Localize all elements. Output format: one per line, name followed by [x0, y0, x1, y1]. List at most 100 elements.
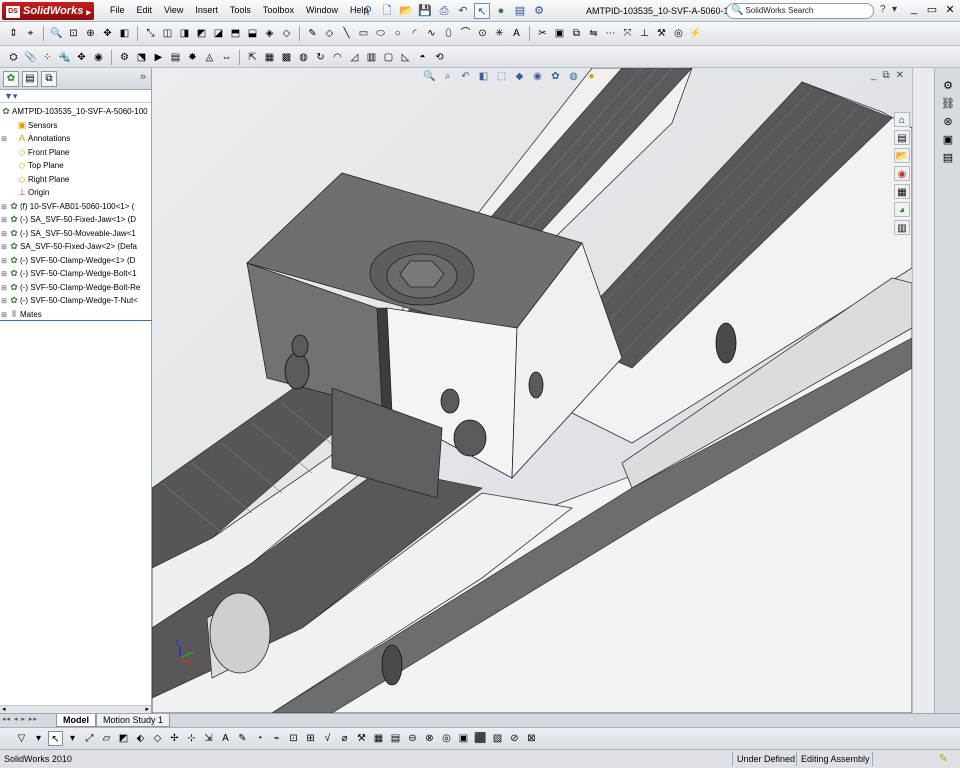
- smart-fastener-toolbar-icon[interactable]: ▣: [940, 132, 956, 148]
- assembly-features-icon[interactable]: ⚙: [117, 50, 132, 65]
- move-entities-icon[interactable]: ⤧: [620, 26, 635, 41]
- line-icon[interactable]: ╲: [339, 26, 354, 41]
- filter-surface-bodies-icon[interactable]: ▧: [490, 731, 505, 746]
- view-palette-icon[interactable]: ▦: [894, 184, 910, 199]
- tree-node-component[interactable]: ⊞ ✿ (f) 10-SVF-AB01-5060-100<1> (: [0, 200, 151, 214]
- smart-dimension-icon[interactable]: ⇕: [6, 26, 21, 41]
- tree-root[interactable]: ✿ AMTPID-103535_10-SVF-A-5060-100: [0, 105, 151, 119]
- exploded-view-icon[interactable]: ✸: [185, 50, 200, 65]
- appearances-icon[interactable]: ◕: [894, 202, 910, 217]
- filter-midsurface-icon[interactable]: ▣: [456, 731, 471, 746]
- filter-cosmetic-thread-icon[interactable]: ⚒: [354, 731, 369, 746]
- tree-expander[interactable]: ⊞: [0, 255, 8, 268]
- file-explorer-icon[interactable]: 📂: [894, 148, 910, 163]
- fillet-sketch-icon[interactable]: ⌒: [458, 26, 473, 41]
- fillet-icon[interactable]: ◠: [330, 50, 345, 65]
- tree-node-front-plane[interactable]: ◇ Front Plane: [0, 146, 151, 160]
- tree-expander[interactable]: ⊞: [0, 241, 8, 254]
- filter-connection-points-icon[interactable]: ⊗: [422, 731, 437, 746]
- menu-window[interactable]: Window: [300, 5, 344, 15]
- smart-dimension-sketch-icon[interactable]: ◇: [322, 26, 337, 41]
- filter-edges-icon[interactable]: ⤢: [82, 731, 97, 746]
- point-icon[interactable]: ⊙: [475, 26, 490, 41]
- scroll-left-icon[interactable]: ◂: [2, 705, 6, 713]
- dome-icon[interactable]: ◓: [415, 50, 430, 65]
- mirror-icon[interactable]: ⇋: [586, 26, 601, 41]
- filter-weld-icon[interactable]: ⌁: [269, 731, 284, 746]
- toolbox-toolbar-icon[interactable]: ▤: [940, 150, 956, 166]
- zoom-fit-icon[interactable]: 🔍: [49, 26, 64, 41]
- save-icon[interactable]: 💾: [417, 3, 433, 19]
- filter-surface-icon[interactable]: ◩: [116, 731, 131, 746]
- tree-node-component[interactable]: ⊞ ✿ (-) SA_SVF-50-Moveable-Jaw<1: [0, 227, 151, 241]
- filter-axes-icon[interactable]: ⬖: [133, 731, 148, 746]
- centerline-icon[interactable]: ✳: [492, 26, 507, 41]
- tree-node-component[interactable]: ⊞ ✿ (-) SA_SVF-50-Fixed-Jaw<1> (D: [0, 213, 151, 227]
- rectangle-icon[interactable]: ▭: [356, 26, 371, 41]
- solidworks-logo[interactable]: DS SolidWorks ▸: [2, 2, 94, 20]
- viewport-restore-button[interactable]: ⧉: [882, 70, 889, 81]
- tree-node-component[interactable]: ⊞ ✿ (-) SVF-50-Clamp-Wedge-Bolt<1: [0, 267, 151, 281]
- zoom-to-fit-icon[interactable]: 🔍: [422, 70, 437, 84]
- select-other-icon[interactable]: ⌖: [23, 26, 38, 41]
- move-component-2-icon[interactable]: ✥: [74, 50, 89, 65]
- tree-node-component[interactable]: ⊞ ✿ SA_SVF-50-Fixed-Jaw<2> (Defa: [0, 240, 151, 254]
- tree-node-top-plane[interactable]: ◇ Top Plane: [0, 159, 151, 173]
- tree-expander[interactable]: ⊞: [0, 214, 8, 227]
- solidworks-resources-icon[interactable]: ⌂: [894, 112, 910, 127]
- apply-scene-icon[interactable]: ◍: [566, 70, 581, 84]
- tree-node-right-plane[interactable]: ◇ Right Plane: [0, 173, 151, 187]
- filter-sketch-points-icon[interactable]: ✢: [167, 731, 182, 746]
- property-manager-tab-icon[interactable]: ▤: [22, 71, 38, 87]
- tab-motion-study[interactable]: Motion Study 1: [96, 714, 171, 727]
- rotate-toolbar-icon[interactable]: ⊛: [940, 114, 956, 130]
- tab-model[interactable]: Model: [56, 714, 96, 727]
- edit-appearance-icon[interactable]: ✿: [548, 70, 563, 84]
- help-arrow-icon[interactable]: ▾: [892, 4, 897, 15]
- tree-expander[interactable]: ⊞: [0, 295, 8, 308]
- pin-icon[interactable]: ⚲: [360, 3, 376, 19]
- feature-tree-filter[interactable]: ▼▾: [0, 90, 151, 103]
- expand-pane-icon[interactable]: »: [140, 71, 146, 83]
- search-results-icon[interactable]: ◉: [894, 166, 910, 181]
- chamfer-icon[interactable]: ◿: [347, 50, 362, 65]
- previous-view-icon[interactable]: ↶: [458, 70, 473, 84]
- menu-insert[interactable]: Insert: [189, 5, 224, 15]
- filter-notes-icon[interactable]: ✎: [235, 731, 250, 746]
- horizontal-scrollbar[interactable]: ◂ ▸: [0, 705, 151, 713]
- new-motion-study-icon[interactable]: ▶: [151, 50, 166, 65]
- isometric-icon[interactable]: ◈: [262, 26, 277, 41]
- file-properties-icon[interactable]: ▤: [512, 3, 528, 19]
- select-icon[interactable]: ↖: [48, 731, 63, 746]
- viewport-close-button[interactable]: ✕: [896, 70, 904, 81]
- tree-expander[interactable]: ⊞: [0, 228, 8, 241]
- rib-icon[interactable]: ▥: [364, 50, 379, 65]
- assembly-toolbar-icon[interactable]: ⚙: [940, 78, 956, 94]
- help-icon[interactable]: ?: [880, 4, 886, 15]
- hide-show-icon[interactable]: ◉: [530, 70, 545, 84]
- mate-toolbar-icon[interactable]: ⛓: [940, 96, 956, 112]
- restore-button[interactable]: ▭: [926, 3, 938, 16]
- view-bottom-icon[interactable]: ⬓: [245, 26, 260, 41]
- graphics-area[interactable]: Z 🔍 ⌕ ↶ ◧ ⬚ ◆ ◉ ✿ ◍ ● _ ⧉ ✕ ⌂ ▤ 📂 ◉ ▦ ◕ …: [152, 68, 912, 713]
- show-hidden-icon[interactable]: ◉: [91, 50, 106, 65]
- section-view-icon[interactable]: ◧: [117, 26, 132, 41]
- filter-clear-icon[interactable]: ⊠: [524, 731, 539, 746]
- view-orientation-icon[interactable]: ⬚: [494, 70, 509, 84]
- wrap-icon[interactable]: ⟲: [432, 50, 447, 65]
- filter-surface-finish-icon[interactable]: √: [320, 731, 335, 746]
- view-back-icon[interactable]: ◨: [177, 26, 192, 41]
- trim-icon[interactable]: ✂: [535, 26, 550, 41]
- menu-edit[interactable]: Edit: [131, 5, 159, 15]
- cut-extrude-icon[interactable]: ▩: [279, 50, 294, 65]
- revolve-icon[interactable]: ↻: [313, 50, 328, 65]
- offset-icon[interactable]: ⧉: [569, 26, 584, 41]
- filter-routing-points-icon[interactable]: ◎: [439, 731, 454, 746]
- rebuild-icon[interactable]: ●: [493, 3, 509, 19]
- filter-dowel-pin-icon[interactable]: ⊖: [405, 731, 420, 746]
- pan-icon[interactable]: ✥: [100, 26, 115, 41]
- filter-datum-icon[interactable]: ⊡: [286, 731, 301, 746]
- minimize-button[interactable]: _: [908, 3, 920, 16]
- tree-node-sensors[interactable]: ▣ Sensors: [0, 119, 151, 133]
- configuration-manager-tab-icon[interactable]: ⧉: [41, 71, 57, 87]
